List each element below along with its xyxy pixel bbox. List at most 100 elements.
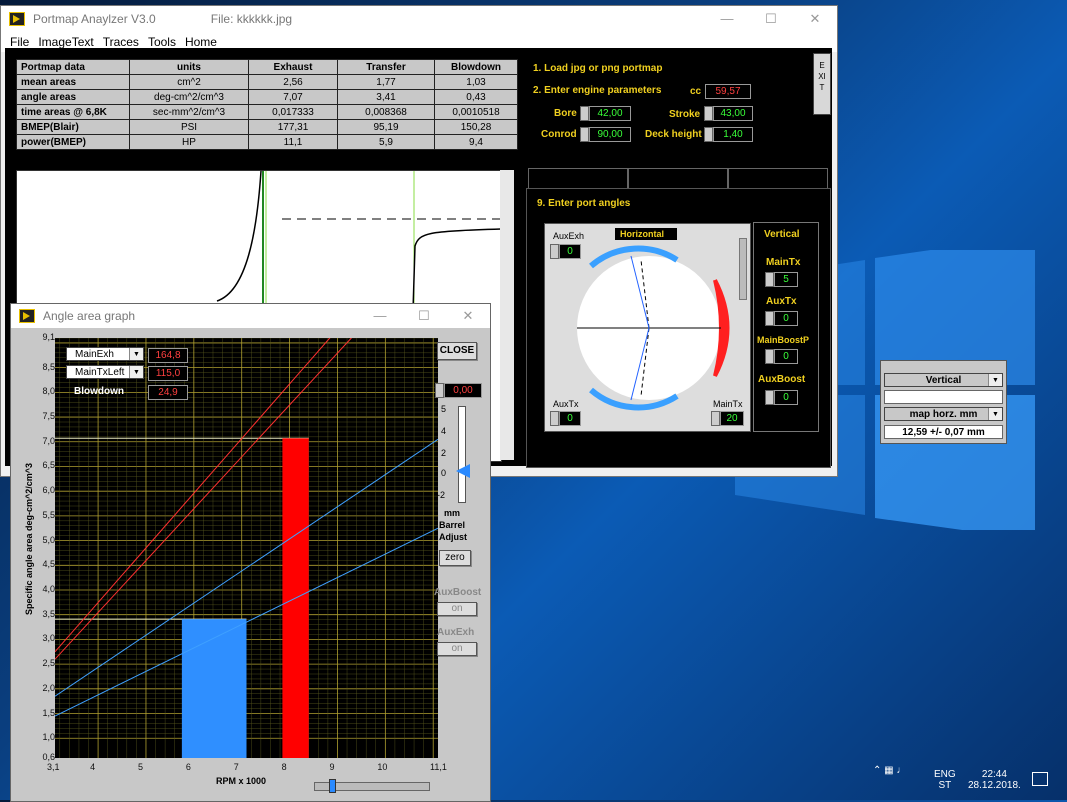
menu-file[interactable]: File xyxy=(10,35,29,49)
barrel-slider-thumb[interactable] xyxy=(456,464,470,478)
maintx-input[interactable]: 20 xyxy=(720,411,744,426)
angle-area-window: Angle area graph — ☐ ✕ 9,1 8,5 8,0 7,5 7,0 6,… xyxy=(10,214,491,802)
minimize-icon[interactable]: — xyxy=(358,308,402,324)
th-units: units xyxy=(129,59,249,75)
readout-field: 12,59 +/- 0,07 mm xyxy=(884,425,1003,439)
conrod-input[interactable]: 90,00 xyxy=(589,127,631,142)
v-auxtx-spinner[interactable] xyxy=(765,311,774,326)
deck-spinner[interactable] xyxy=(704,127,713,142)
table-row: angle areas deg-cm^2/cm^3 7,07 3,41 0,43 xyxy=(16,89,518,105)
x-tick-label: 7 xyxy=(233,762,239,772)
th-exhaust: Exhaust xyxy=(248,59,338,75)
x-tick-label: 3,1 xyxy=(47,762,60,772)
units-select[interactable]: PSI xyxy=(129,119,249,135)
zero-button[interactable]: zero xyxy=(439,550,471,566)
y-tick-label: 3,0 xyxy=(42,633,55,644)
auxboost-toggle[interactable]: on xyxy=(437,602,477,616)
x-tick-label: 11,1 xyxy=(430,762,447,772)
map-horz-select[interactable]: map horz. mm ▼ xyxy=(884,407,1003,421)
x-tick-label: 4 xyxy=(90,762,96,772)
menu-imagetext[interactable]: ImageText xyxy=(38,35,93,49)
clock[interactable]: 22:44 28.12.2018. xyxy=(968,769,1021,791)
y-tick-label: 2,5 xyxy=(42,658,55,669)
y-tick-label: 7,5 xyxy=(42,411,55,422)
stroke-spinner[interactable] xyxy=(704,106,713,121)
v-mainboost-input[interactable]: 0 xyxy=(774,349,798,364)
tray-icons[interactable]: ⌃ ▦ ♩ xyxy=(873,765,906,776)
v-auxtx-input[interactable]: 0 xyxy=(774,311,798,326)
y-tick-label: 1,0 xyxy=(42,732,55,743)
v-maintx-input[interactable]: 5 xyxy=(774,272,798,287)
y-tick-label: 0,6 xyxy=(42,752,55,762)
v-mainboost-spinner[interactable] xyxy=(765,349,774,364)
menu-home[interactable]: Home xyxy=(185,35,217,49)
rpm-scroll-thumb[interactable] xyxy=(329,779,336,793)
table-row: power(BMEP) HP 11,1 5,9 9,4 xyxy=(16,134,518,150)
maintxleft-value: 115,0 xyxy=(148,366,188,381)
y-tick-label: 2,0 xyxy=(42,682,55,693)
barrel-spinner[interactable] xyxy=(435,383,444,398)
y-axis-label: Specific angle area deg-cm^2/cm^3 xyxy=(24,462,35,616)
auxtx-input[interactable]: 0 xyxy=(559,411,581,426)
v-auxboost-input[interactable]: 0 xyxy=(774,390,798,405)
bore-spinner[interactable] xyxy=(580,106,589,121)
blowdown-label: Blowdown xyxy=(74,386,124,397)
maintxleft-select[interactable]: MainTxLeft ▼ xyxy=(66,365,144,379)
cc-value: 59,57 xyxy=(705,84,751,99)
app-icon xyxy=(9,12,25,26)
stroke-input[interactable]: 43,00 xyxy=(713,106,753,121)
main-title: Portmap Anaylzer V3.0 xyxy=(33,12,156,26)
mainexh-select[interactable]: MainExh ▼ xyxy=(66,347,144,361)
app-icon xyxy=(19,309,35,323)
units-select[interactable]: HP xyxy=(129,134,249,150)
lang-indicator[interactable]: ENG ST xyxy=(934,769,956,791)
tab-3[interactable] xyxy=(728,168,828,189)
table-row: mean areas cm^2 2,56 1,77 1,03 xyxy=(16,74,518,90)
table-row: time areas @ 6,8K sec-mm^2/cm^3 0,017333 0,… xyxy=(16,104,518,120)
main-file: File: kkkkkk.jpg xyxy=(210,12,293,26)
angle-titlebar: Angle area graph — ☐ ✕ xyxy=(11,304,490,328)
y-tick-label: 8,0 xyxy=(42,386,55,397)
maintx-spinner[interactable] xyxy=(711,411,720,426)
conrod-spinner[interactable] xyxy=(580,127,589,142)
plot-scrollbar[interactable] xyxy=(500,170,514,460)
maximize-icon[interactable]: ☐ xyxy=(749,11,793,27)
tab-1[interactable] xyxy=(528,168,628,189)
vertical-field[interactable] xyxy=(884,390,1003,404)
close-button[interactable]: CLOSE xyxy=(437,342,477,360)
menu-tools[interactable]: Tools xyxy=(148,35,176,49)
close-icon[interactable]: ✕ xyxy=(793,11,837,27)
angle-title: Angle area graph xyxy=(43,309,136,323)
bar-0 xyxy=(181,619,247,758)
x-tick-label: 9 xyxy=(329,762,335,772)
y-tick-label: 7,0 xyxy=(42,435,55,446)
x-tick-label: 8 xyxy=(281,762,287,772)
y-tick-label: 1,5 xyxy=(42,707,55,718)
v-auxboost-spinner[interactable] xyxy=(765,390,774,405)
chart-svg xyxy=(54,214,439,758)
minimize-icon[interactable]: — xyxy=(705,11,749,27)
x-tick-label: 6 xyxy=(185,762,191,772)
table-row: BMEP(Blair) PSI 177,31 95,19 150,28 xyxy=(16,119,518,135)
th-portmap: Portmap data xyxy=(16,59,130,75)
blowdown-value: 24,9 xyxy=(148,385,188,400)
v-maintx-spinner[interactable] xyxy=(765,272,774,287)
x-axis-label: RPM x 1000 xyxy=(216,776,267,786)
maximize-icon[interactable]: ☐ xyxy=(402,308,446,324)
deck-input[interactable]: 1,40 xyxy=(713,127,753,142)
step2-label: 2. Enter engine parameters xyxy=(533,85,662,96)
port-circle-box: AuxExh 0 Horizontal AuxTx 0 MainTx 20 xyxy=(544,223,751,432)
notification-icon[interactable] xyxy=(1032,772,1048,786)
step9-label: 9. Enter port angles xyxy=(537,198,631,209)
barrel-slider-track[interactable] xyxy=(458,406,466,503)
close-icon[interactable]: ✕ xyxy=(446,308,490,324)
x-tick-label: 5 xyxy=(137,762,143,772)
tab-2[interactable] xyxy=(628,168,728,189)
bore-input[interactable]: 42,00 xyxy=(589,106,631,121)
vertical-select[interactable]: Vertical ▼ xyxy=(884,373,1003,387)
auxexh-toggle[interactable]: on xyxy=(437,642,477,656)
menu-traces[interactable]: Traces xyxy=(103,35,139,49)
exit-button[interactable]: EXIT xyxy=(813,53,831,115)
mainexh-value: 164,8 xyxy=(148,348,188,363)
auxtx-spinner[interactable] xyxy=(550,411,559,426)
